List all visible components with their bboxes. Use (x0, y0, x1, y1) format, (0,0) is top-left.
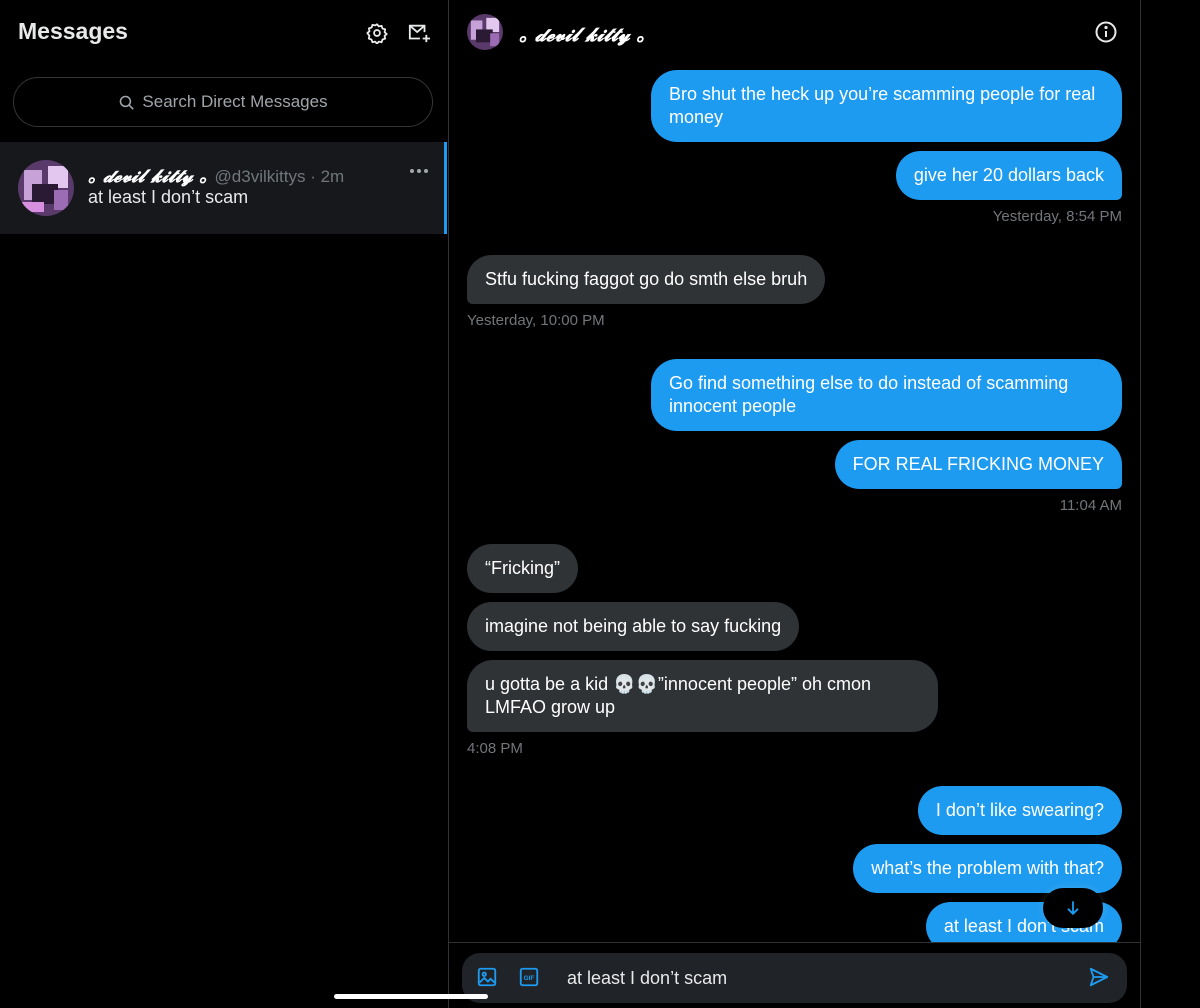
avatar[interactable] (467, 14, 503, 50)
chat-header: ｡ 𝓭𝓮𝓿𝓲𝓵 𝓴𝓲𝓽𝓽𝔂 ｡ (449, 0, 1140, 64)
conversation-preview: at least I don’t scam (88, 187, 249, 207)
message-bubble[interactable]: “Fricking” (467, 544, 578, 593)
message-bubble[interactable]: Stfu fucking faggot go do smth else bruh (467, 255, 826, 304)
page-title: Messages (18, 18, 128, 44)
message-bubble[interactable]: give her 20 dollars back (895, 151, 1122, 200)
message-composer: GIF (462, 953, 1127, 1003)
search-placeholder: Search Direct Messages (142, 92, 328, 111)
conversation-display-name: ｡ 𝓭𝓮𝓿𝓲𝓵 𝓴𝓲𝓽𝓽𝔂 ｡ (88, 166, 209, 187)
conversation-name: ｡ 𝓭𝓮𝓿𝓲𝓵 𝓴𝓲𝓽𝓽𝔂 ｡ @d3vilkittys · 2m (88, 162, 344, 188)
message-received: imagine not being able to say fucking (467, 602, 800, 651)
message-timestamp: 4:08 PM (467, 740, 523, 757)
message-sent: I don’t like swearing? (917, 786, 1122, 835)
divider (1140, 0, 1141, 1008)
message-thread[interactable]: Bro shut the heck up you’re scamming peo… (449, 64, 1140, 942)
message-bubble[interactable]: Bro shut the heck up you’re scamming peo… (651, 70, 1122, 142)
message-sent: what’s the problem with that? (853, 844, 1122, 893)
send-icon[interactable] (1088, 966, 1112, 990)
home-indicator (334, 994, 488, 999)
conversation-list-item[interactable]: ｡ 𝓭𝓮𝓿𝓲𝓵 𝓴𝓲𝓽𝓽𝔂 ｡ @d3vilkittys · 2m at lea… (0, 142, 447, 234)
message-sent: give her 20 dollars back (895, 151, 1122, 200)
new-message-icon[interactable] (406, 20, 432, 46)
more-options-icon[interactable] (408, 160, 430, 182)
message-bubble[interactable]: u gotta be a kid 💀💀”innocent people” oh … (467, 660, 938, 732)
chat-contact-name[interactable]: ｡ 𝓭𝓮𝓿𝓲𝓵 𝓴𝓲𝓽𝓽𝔂 ｡ (519, 20, 646, 47)
avatar[interactable] (18, 160, 74, 216)
message-received: Stfu fucking faggot go do smth else bruh (467, 255, 826, 304)
info-icon[interactable] (1094, 20, 1118, 44)
composer-area: GIF (449, 942, 1140, 1008)
image-icon[interactable] (476, 966, 500, 990)
message-timestamp: Yesterday, 10:00 PM (467, 312, 605, 329)
message-sent: FOR REAL FRICKING MONEY (834, 440, 1122, 489)
conversation-list-panel: Messages Search Direct Messages ｡ 𝓭𝓮𝓿𝓲𝓵 … (0, 0, 447, 1008)
message-timestamp: Yesterday, 8:54 PM (992, 208, 1122, 225)
message-timestamp: 11:04 AM (1059, 497, 1122, 514)
scroll-to-bottom-button[interactable] (1043, 888, 1103, 928)
message-sent: Go find something else to do instead of … (651, 359, 1122, 431)
message-received: u gotta be a kid 💀💀”innocent people” oh … (467, 660, 938, 732)
arrow-down-icon (1067, 901, 1079, 916)
message-bubble[interactable]: I don’t like swearing? (917, 786, 1122, 835)
search-icon (120, 95, 135, 110)
search-input[interactable]: Search Direct Messages (13, 77, 433, 127)
message-received: “Fricking” (467, 544, 578, 593)
conversation-handle: @d3vilkittys · 2m (214, 167, 345, 186)
message-bubble[interactable]: what’s the problem with that? (853, 844, 1122, 893)
message-input[interactable] (567, 965, 1067, 991)
gear-icon[interactable] (364, 20, 390, 46)
message-sent: Bro shut the heck up you’re scamming peo… (651, 70, 1122, 142)
svg-text:GIF: GIF (524, 975, 535, 982)
message-bubble[interactable]: FOR REAL FRICKING MONEY (834, 440, 1122, 489)
gif-icon[interactable]: GIF (518, 966, 542, 990)
message-bubble[interactable]: imagine not being able to say fucking (467, 602, 800, 651)
message-bubble[interactable]: Go find something else to do instead of … (651, 359, 1122, 431)
